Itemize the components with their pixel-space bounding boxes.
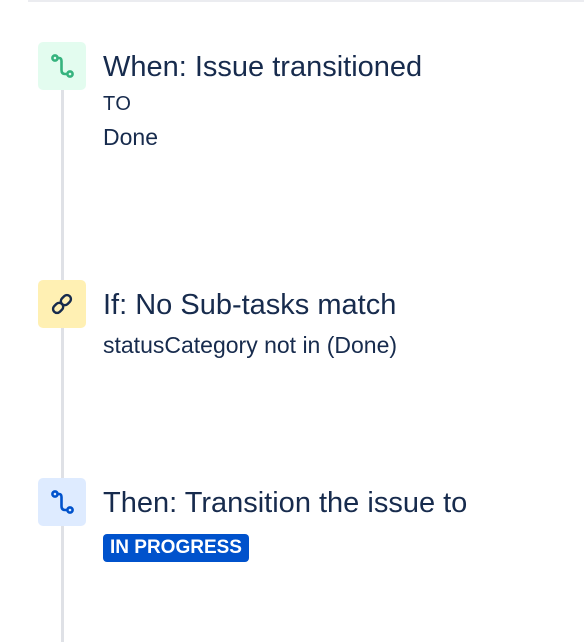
condition-step[interactable]: If: No Sub-tasks match statusCategory no…	[38, 280, 584, 380]
trigger-title: When: Issue transitioned	[103, 51, 423, 83]
top-divider	[28, 0, 584, 2]
condition-title: If: No Sub-tasks match	[103, 289, 397, 321]
branch-icon	[38, 478, 86, 526]
trigger-to-label: TO	[103, 93, 132, 115]
trigger-status-value: Done	[103, 124, 158, 150]
trigger-step[interactable]: When: Issue transitioned TO Done	[38, 42, 584, 182]
action-step[interactable]: Then: Transition the issue to IN PROGRES…	[38, 478, 584, 578]
condition-body: If: No Sub-tasks match statusCategory no…	[103, 288, 576, 360]
action-body: Then: Transition the issue to IN PROGRES…	[103, 486, 576, 562]
branch-icon	[38, 42, 86, 90]
link-icon	[38, 280, 86, 328]
condition-jql: statusCategory not in (Done)	[103, 332, 398, 358]
status-lozenge: IN PROGRESS	[103, 534, 249, 562]
action-title: Then: Transition the issue to	[103, 487, 468, 519]
trigger-body: When: Issue transitioned TO Done	[103, 50, 576, 152]
